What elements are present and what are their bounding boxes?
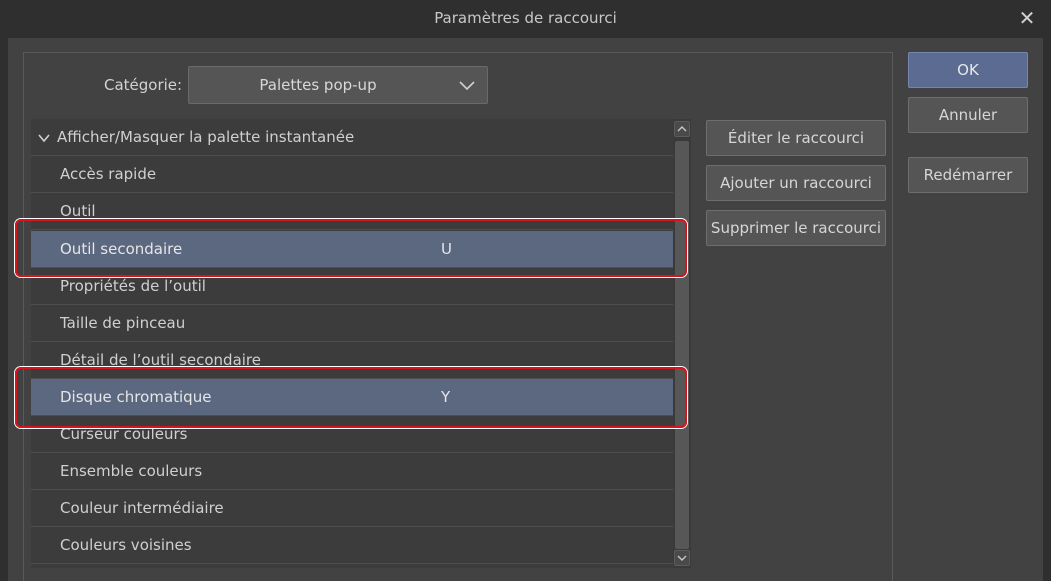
list-item[interactable]: Taille de pinceau xyxy=(31,305,673,342)
list-item[interactable]: Propriétés de l’outil xyxy=(31,268,673,305)
list-item-selected[interactable]: Disque chromatique Y xyxy=(31,379,673,416)
list-item[interactable]: Ensemble couleurs xyxy=(31,453,673,490)
list-item-label: Outil xyxy=(60,202,96,220)
group-row[interactable]: Afficher/Masquer la palette instantanée xyxy=(31,119,673,156)
group-label: Afficher/Masquer la palette instantanée xyxy=(57,128,355,146)
list-item-selected[interactable]: Outil secondaire U xyxy=(31,231,673,268)
list-item-label: Accès rapide xyxy=(60,165,157,183)
list-item-label: Couleur intermédiaire xyxy=(60,499,224,517)
shortcut-list: Afficher/Masquer la palette instantanée … xyxy=(31,119,691,568)
chevron-down-icon xyxy=(459,81,475,91)
list-item[interactable]: Détail de l’outil secondaire xyxy=(31,342,673,379)
list-item-label: Propriétés de l’outil xyxy=(60,277,206,295)
title-bar: Paramètres de raccourci ✕ xyxy=(0,0,1051,38)
list-item[interactable]: Couleur intermédiaire xyxy=(31,490,673,527)
cancel-button[interactable]: Annuler xyxy=(908,97,1028,133)
chevron-up-icon xyxy=(677,126,687,132)
list-item-label: Curseur couleurs xyxy=(60,425,188,443)
window-title: Paramètres de raccourci xyxy=(434,9,617,27)
restart-button[interactable]: Redémarrer xyxy=(908,157,1028,193)
list-item-label: Détail de l’outil secondaire xyxy=(60,351,261,369)
list-item-shortcut: Y xyxy=(441,388,451,406)
list-item-label: Taille de pinceau xyxy=(60,314,186,332)
scroll-up-button[interactable] xyxy=(674,121,690,137)
edit-shortcut-button[interactable]: Éditer le raccourci xyxy=(706,120,886,156)
ok-button[interactable]: OK xyxy=(908,52,1028,88)
close-icon[interactable]: ✕ xyxy=(1015,6,1039,30)
list-item-shortcut: U xyxy=(441,240,452,258)
chevron-down-icon[interactable] xyxy=(37,131,51,145)
delete-shortcut-button[interactable]: Supprimer le raccourci xyxy=(706,210,886,246)
scrollbar-thumb[interactable] xyxy=(675,141,689,549)
list-scrollbar[interactable] xyxy=(673,119,691,568)
category-label: Catégorie: xyxy=(104,76,183,94)
list-item-label: Ensemble couleurs xyxy=(60,462,203,480)
scroll-down-button[interactable] xyxy=(674,550,690,566)
add-shortcut-button[interactable]: Ajouter un raccourci xyxy=(706,165,886,201)
list-item[interactable]: Curseur couleurs xyxy=(31,416,673,453)
list-item-label: Outil secondaire xyxy=(60,240,183,258)
list-item[interactable]: Accès rapide xyxy=(31,156,673,193)
list-item[interactable]: Couleurs voisines xyxy=(31,527,673,564)
chevron-down-icon xyxy=(677,555,687,561)
category-selected-value: Palettes pop-up xyxy=(259,76,377,94)
list-item[interactable]: Outil xyxy=(31,193,673,230)
list-item-label: Couleurs voisines xyxy=(60,536,192,554)
category-select[interactable]: Palettes pop-up xyxy=(188,66,488,104)
list-item-label: Disque chromatique xyxy=(60,388,212,406)
